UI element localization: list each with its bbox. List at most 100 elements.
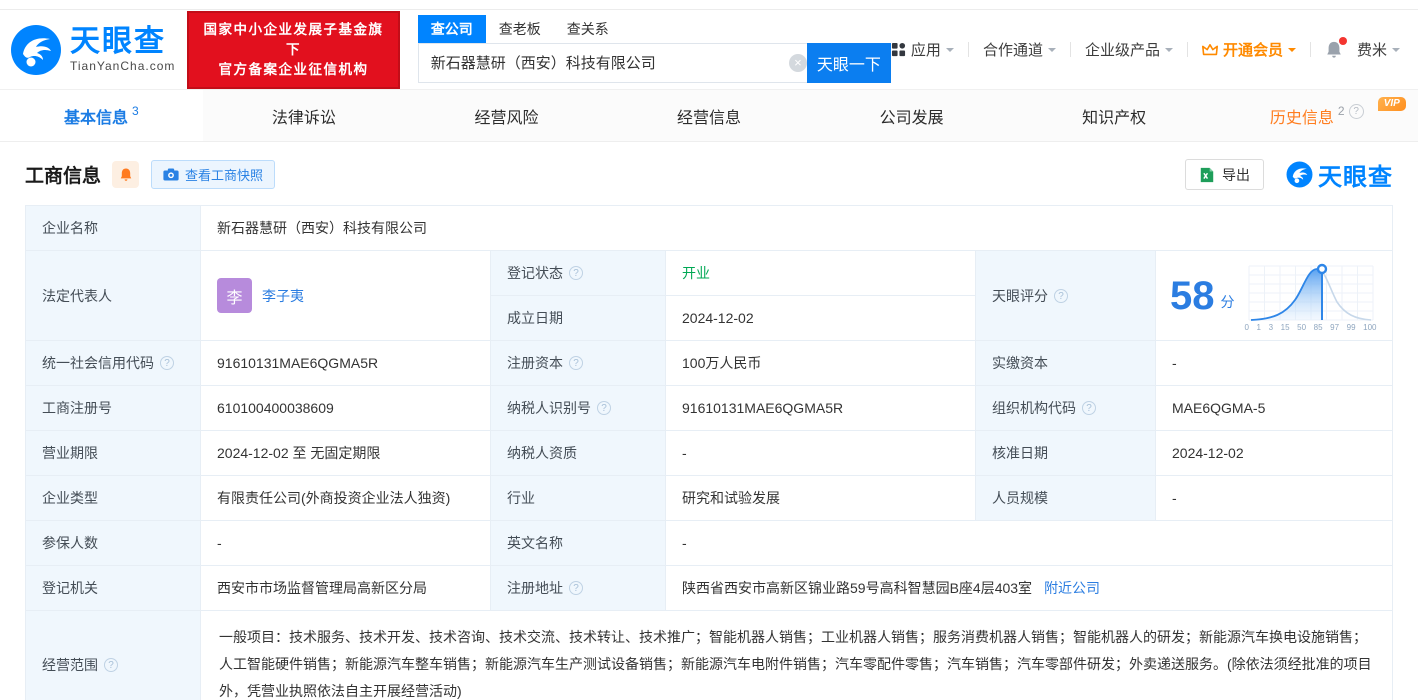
- menu-channel[interactable]: 合作通道: [983, 39, 1056, 60]
- gov-badge-line2: 官方备案企业征信机构: [218, 61, 369, 77]
- gov-badge-line1: 国家中小企业发展子基金旗下: [203, 21, 384, 57]
- industry-label: 行业: [491, 476, 666, 520]
- menu-apps[interactable]: 应用: [891, 39, 954, 60]
- tab-count: 2: [1337, 103, 1345, 118]
- table-row: 企业类型 有限责任公司(外商投资企业法人独资) 行业 研究和试验发展 人员规模 …: [26, 476, 1392, 521]
- legal-rep-label: 法定代表人: [26, 251, 201, 340]
- tab-intellectual-property[interactable]: 知识产权: [1013, 90, 1216, 141]
- help-icon[interactable]: [1348, 104, 1364, 119]
- tab-company-development[interactable]: 公司发展: [810, 90, 1013, 141]
- staff-size-value: -: [1172, 490, 1177, 506]
- menu-enterprise[interactable]: 企业级产品: [1085, 39, 1173, 60]
- watermark-brand-text: 天眼查: [1318, 164, 1393, 191]
- info-icon[interactable]: [569, 581, 583, 595]
- insured-value: -: [201, 521, 491, 565]
- chevron-down-icon: [945, 48, 954, 56]
- table-row: 企业名称 新石器慧研（西安）科技有限公司: [26, 206, 1392, 251]
- tab-label: 经营信息: [677, 109, 742, 127]
- chevron-down-icon: [1392, 48, 1400, 56]
- tab-basic-info[interactable]: 基本信息 3: [0, 90, 203, 141]
- reg-address-label: 注册地址: [491, 566, 666, 610]
- company-type-label: 企业类型: [26, 476, 201, 520]
- username: 费米: [1356, 42, 1387, 59]
- score-distribution-chart: 0 1 3 15 50 85 97 99 100: [1245, 260, 1377, 332]
- tianyancha-swirl-icon: [11, 24, 61, 75]
- search-area: 查公司 查老板 查关系 天眼一下: [417, 14, 891, 83]
- tab-business-info[interactable]: 经营信息: [608, 90, 811, 141]
- business-scope-value: 一般项目：技术服务、技术开发、技术咨询、技术交流、技术转让、技术推广；智能机器人…: [219, 629, 1372, 699]
- legal-rep-avatar[interactable]: 李: [217, 278, 252, 313]
- notifications-button[interactable]: [1325, 37, 1347, 59]
- tianyancha-logo: 天眼查 TianYanCha.com: [10, 24, 175, 76]
- reg-authority-label: 登记机关: [26, 566, 201, 610]
- info-icon[interactable]: [569, 356, 583, 370]
- info-icon[interactable]: [1082, 401, 1096, 415]
- reg-status-label: 登记状态: [491, 251, 666, 295]
- tab-legal-proceedings[interactable]: 法律诉讼: [203, 90, 406, 141]
- notification-dot: [1338, 37, 1347, 45]
- export-button[interactable]: 导出: [1185, 159, 1264, 190]
- score-unit: 分: [1220, 293, 1235, 310]
- reg-authority-value: 西安市市场监督管理局高新区分局: [201, 566, 491, 610]
- legal-rep-link[interactable]: 李子夷: [262, 286, 304, 306]
- info-icon[interactable]: [1054, 288, 1068, 303]
- reg-number-label: 工商注册号: [26, 386, 201, 430]
- menu-divider: [1069, 42, 1071, 57]
- menu-apps-label: 应用: [910, 42, 941, 59]
- snapshot-button-label: 查看工商快照: [185, 168, 264, 183]
- open-vip-button[interactable]: 开通会员: [1201, 39, 1296, 60]
- watermark-logo: 天眼查: [1286, 157, 1393, 192]
- export-button-label: 导出: [1222, 166, 1250, 183]
- crown-icon: [1201, 43, 1218, 55]
- tianyancha-swirl-icon: [1286, 161, 1313, 188]
- reg-capital-value: 100万人民币: [666, 341, 976, 385]
- tab-label: 经营风险: [474, 109, 539, 127]
- org-code-label: 组织机构代码: [976, 386, 1156, 430]
- user-menu[interactable]: 费米: [1357, 39, 1400, 60]
- menu-channel-label: 合作通道: [982, 42, 1043, 59]
- clear-search-icon[interactable]: [788, 53, 807, 72]
- english-name-value: -: [682, 535, 687, 551]
- search-button[interactable]: 天眼一下: [806, 42, 891, 83]
- tab-business-risk[interactable]: 经营风险: [405, 90, 608, 141]
- org-code-value: MAE6QGMA-5: [1172, 400, 1266, 416]
- logo-brand-text: 天眼查: [70, 24, 166, 58]
- header: 天眼查 TianYanCha.com 国家中小企业发展子基金旗下 官方备案企业征…: [0, 10, 1418, 89]
- info-icon[interactable]: [104, 657, 118, 672]
- business-info-table: 企业名称 新石器慧研（西安）科技有限公司 法定代表人 李 李子夷 登记状态 开业…: [25, 205, 1393, 700]
- table-row: 统一社会信用代码 91610131MAE6QGMA5R 注册资本 100万人民币…: [26, 341, 1392, 386]
- top-divider: [0, 0, 1418, 10]
- taxpayer-id-value: 91610131MAE6QGMA5R: [666, 386, 976, 430]
- tab-history-info[interactable]: VIP 历史信息 2: [1215, 90, 1418, 141]
- business-scope-label: 经营范围: [26, 611, 201, 700]
- table-row: 营业期限 2024-12-02 至 无固定期限 纳税人资质 - 核准日期 202…: [26, 431, 1392, 476]
- info-icon[interactable]: [597, 401, 611, 415]
- tab-count: 3: [131, 103, 139, 118]
- search-input[interactable]: [417, 42, 817, 83]
- staff-size-label: 人员规模: [976, 476, 1156, 520]
- nearby-companies-link[interactable]: 附近公司: [1044, 578, 1100, 598]
- search-tab-company[interactable]: 查公司: [417, 14, 486, 43]
- info-icon[interactable]: [160, 356, 174, 370]
- taxpayer-id-label: 纳税人识别号: [491, 386, 666, 430]
- menu-enterprise-label: 企业级产品: [1084, 42, 1160, 59]
- search-tab-relation[interactable]: 查关系: [554, 15, 622, 43]
- reg-capital-label: 注册资本: [491, 341, 666, 385]
- gov-badge: 国家中小企业发展子基金旗下 官方备案企业征信机构: [187, 10, 400, 89]
- menu-divider: [1309, 42, 1311, 57]
- snapshot-button[interactable]: 查看工商快照: [151, 160, 276, 189]
- approval-date-label: 核准日期: [976, 431, 1156, 475]
- taxpayer-qual-value: -: [666, 431, 976, 475]
- reg-status-value: 开业: [682, 265, 710, 281]
- business-term-value: 2024-12-02 至 无固定期限: [201, 431, 491, 475]
- search-tab-boss[interactable]: 查老板: [486, 15, 554, 43]
- tianyan-score-label: 天眼评分: [976, 251, 1156, 340]
- open-vip-label: 开通会员: [1222, 42, 1283, 59]
- table-row: 登记机关 西安市市场监督管理局高新区分局 注册地址 陕西省西安市高新区锦业路59…: [26, 566, 1392, 611]
- credit-code-label: 统一社会信用代码: [26, 341, 201, 385]
- excel-icon: [1200, 167, 1214, 182]
- company-name-label: 企业名称: [26, 206, 201, 250]
- info-icon[interactable]: [569, 266, 583, 280]
- chevron-down-icon: [1287, 48, 1296, 56]
- monitor-bell-button[interactable]: [112, 161, 140, 188]
